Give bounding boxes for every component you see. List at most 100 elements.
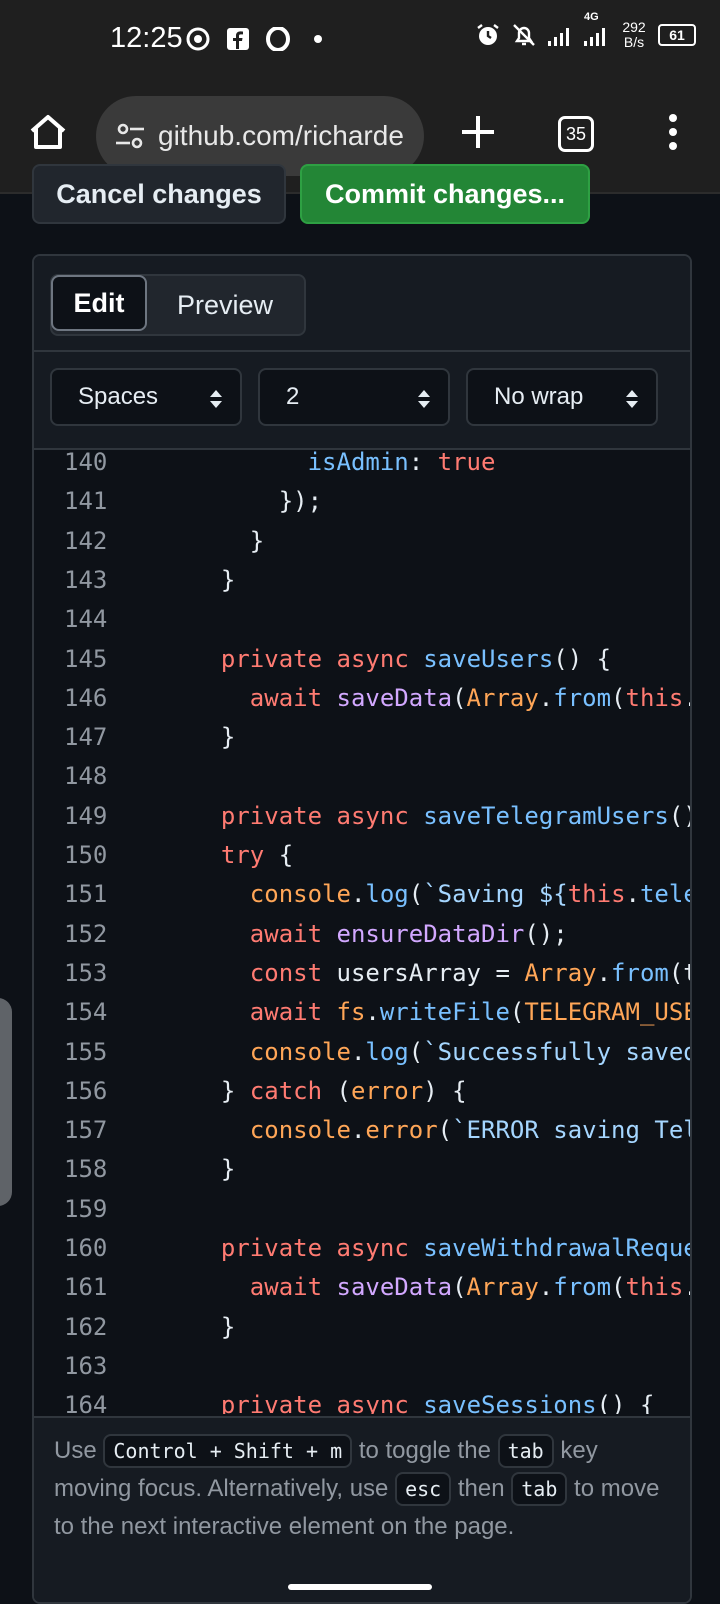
- indent-mode-value: Spaces: [78, 383, 159, 410]
- line-code[interactable]: await ensureDataDir();: [192, 914, 568, 954]
- editor-header: Edit Preview: [34, 256, 690, 352]
- line-code[interactable]: private async saveSessions() {: [192, 1385, 655, 1414]
- code-line[interactable]: 144: [34, 599, 690, 639]
- code-line[interactable]: 157 console.error(`ERROR saving Tele: [34, 1110, 690, 1150]
- line-code[interactable]: isAdmin: true: [192, 450, 496, 482]
- home-icon: [30, 115, 66, 149]
- line-code[interactable]: private async saveUsers() {: [192, 639, 611, 679]
- code-line[interactable]: 153 const usersArray = Array.from(th: [34, 953, 690, 993]
- edit-preview-tabs: Edit Preview: [50, 274, 306, 336]
- code-line[interactable]: 145 private async saveUsers() {: [34, 639, 690, 679]
- line-number: 143: [64, 565, 108, 594]
- line-code[interactable]: }: [192, 1307, 235, 1347]
- new-tab-button[interactable]: [456, 110, 500, 154]
- gesture-nav-bar[interactable]: [288, 1584, 432, 1590]
- line-code[interactable]: try {: [192, 835, 293, 875]
- signal-4g-icon: 4G: [582, 11, 610, 49]
- notifications-off-icon: [510, 21, 538, 49]
- line-number: 163: [64, 1351, 108, 1380]
- code-line[interactable]: 149 private async saveTelegramUsers(): [34, 796, 690, 836]
- code-line[interactable]: 146 await saveData(Array.from(this.u: [34, 678, 690, 718]
- net-speed-value: 292: [622, 19, 646, 35]
- system-icons: 4G 292 B/s 61: [474, 11, 696, 50]
- line-code[interactable]: await saveData(Array.from(this.w: [192, 1267, 690, 1307]
- line-number: 149: [64, 801, 108, 830]
- line-code[interactable]: console.error(`ERROR saving Tele: [192, 1110, 690, 1150]
- line-code[interactable]: const usersArray = Array.from(th: [192, 953, 690, 993]
- wrap-mode-select[interactable]: No wrap: [466, 368, 658, 426]
- line-number: 144: [64, 605, 108, 634]
- battery-level: 61: [669, 27, 685, 43]
- alarm-icon: [474, 21, 502, 49]
- line-code[interactable]: await fs.writeFile(TELEGRAM_USER: [192, 992, 690, 1032]
- code-line[interactable]: 152 await ensureDataDir();: [34, 914, 690, 954]
- code-editor[interactable]: 140 isAdmin: true 141 }); 142 } 143 } 144 145…: [34, 450, 690, 1414]
- code-line[interactable]: 142 }: [34, 521, 690, 561]
- tab-edit[interactable]: Edit: [51, 275, 147, 331]
- code-line[interactable]: 148: [34, 756, 690, 796]
- line-number: 152: [64, 919, 108, 948]
- line-code[interactable]: console.log(`Saving ${this.teleg: [192, 874, 690, 914]
- code-line[interactable]: 140 isAdmin: true: [34, 450, 690, 482]
- code-line[interactable]: 155 console.log(`Successfully saved: [34, 1032, 690, 1072]
- code-line[interactable]: 143 }: [34, 560, 690, 600]
- select-arrows-icon: [418, 390, 430, 408]
- tab-count: 35: [565, 123, 587, 144]
- line-number: 157: [64, 1116, 108, 1145]
- home-button[interactable]: [26, 110, 70, 154]
- site-settings-icon[interactable]: [114, 120, 146, 152]
- facebook-icon: [224, 25, 252, 53]
- select-arrows-icon: [626, 390, 638, 408]
- more-notifications-dot-icon: [304, 25, 332, 53]
- code-line[interactable]: 160 private async saveWithdrawalReques: [34, 1228, 690, 1268]
- code-line[interactable]: 141 });: [34, 481, 690, 521]
- code-line[interactable]: 154 await fs.writeFile(TELEGRAM_USER: [34, 992, 690, 1032]
- indent-size-select[interactable]: 2: [258, 368, 450, 426]
- edge-panel-handle[interactable]: [0, 998, 12, 1206]
- line-code[interactable]: }: [192, 1149, 235, 1189]
- line-code[interactable]: }: [192, 521, 264, 561]
- line-number: 146: [64, 683, 108, 712]
- code-line[interactable]: 163: [34, 1346, 690, 1386]
- browser-menu-button[interactable]: [658, 110, 688, 154]
- code-line[interactable]: 151 console.log(`Saving ${this.teleg: [34, 874, 690, 914]
- url-text[interactable]: github.com/richarde: [158, 120, 404, 152]
- line-number: 142: [64, 526, 108, 555]
- line-code[interactable]: private async saveWithdrawalReques: [192, 1228, 690, 1268]
- code-line[interactable]: 164 private async saveSessions() {: [34, 1385, 690, 1414]
- line-number: 140: [64, 450, 108, 476]
- battery-icon: 61: [658, 24, 696, 46]
- net-speed: 292 B/s: [618, 20, 650, 50]
- code-line[interactable]: 161 await saveData(Array.from(this.w: [34, 1267, 690, 1307]
- editor-options: Spaces 2 No wrap: [34, 352, 690, 450]
- file-editor: Edit Preview Spaces 2 No wrap 140 isAdmi…: [32, 254, 692, 1604]
- tab-switcher-button[interactable]: 35: [558, 116, 594, 152]
- code-line[interactable]: 162 }: [34, 1307, 690, 1347]
- cancel-changes-label: Cancel changes: [56, 178, 262, 209]
- line-number: 159: [64, 1194, 108, 1223]
- indent-mode-select[interactable]: Spaces: [50, 368, 242, 426]
- line-number: 162: [64, 1312, 108, 1341]
- hint-then: then: [457, 1475, 505, 1502]
- line-code[interactable]: console.log(`Successfully saved: [192, 1032, 690, 1072]
- code-line[interactable]: 150 try {: [34, 835, 690, 875]
- line-code[interactable]: });: [192, 481, 322, 521]
- tab-preview[interactable]: Preview: [146, 276, 304, 334]
- line-code[interactable]: private async saveTelegramUsers(): [192, 796, 690, 836]
- commit-changes-button[interactable]: Commit changes...: [300, 164, 590, 224]
- line-code[interactable]: } catch (error) {: [192, 1071, 467, 1111]
- hint-esc-key: esc: [395, 1472, 452, 1506]
- line-code[interactable]: }: [192, 717, 235, 757]
- notification-icons: [184, 25, 332, 53]
- cancel-changes-button[interactable]: Cancel changes: [32, 164, 286, 224]
- opera-icon: [264, 25, 292, 53]
- line-code[interactable]: await saveData(Array.from(this.u: [192, 678, 690, 718]
- line-code[interactable]: }: [192, 560, 235, 600]
- code-line[interactable]: 159: [34, 1189, 690, 1229]
- network-type-label: 4G: [584, 11, 599, 23]
- indent-size-value: 2: [286, 383, 300, 410]
- hint-use: Use: [54, 1437, 97, 1464]
- code-line[interactable]: 158 }: [34, 1149, 690, 1189]
- code-line[interactable]: 147 }: [34, 717, 690, 757]
- code-line[interactable]: 156 } catch (error) {: [34, 1071, 690, 1111]
